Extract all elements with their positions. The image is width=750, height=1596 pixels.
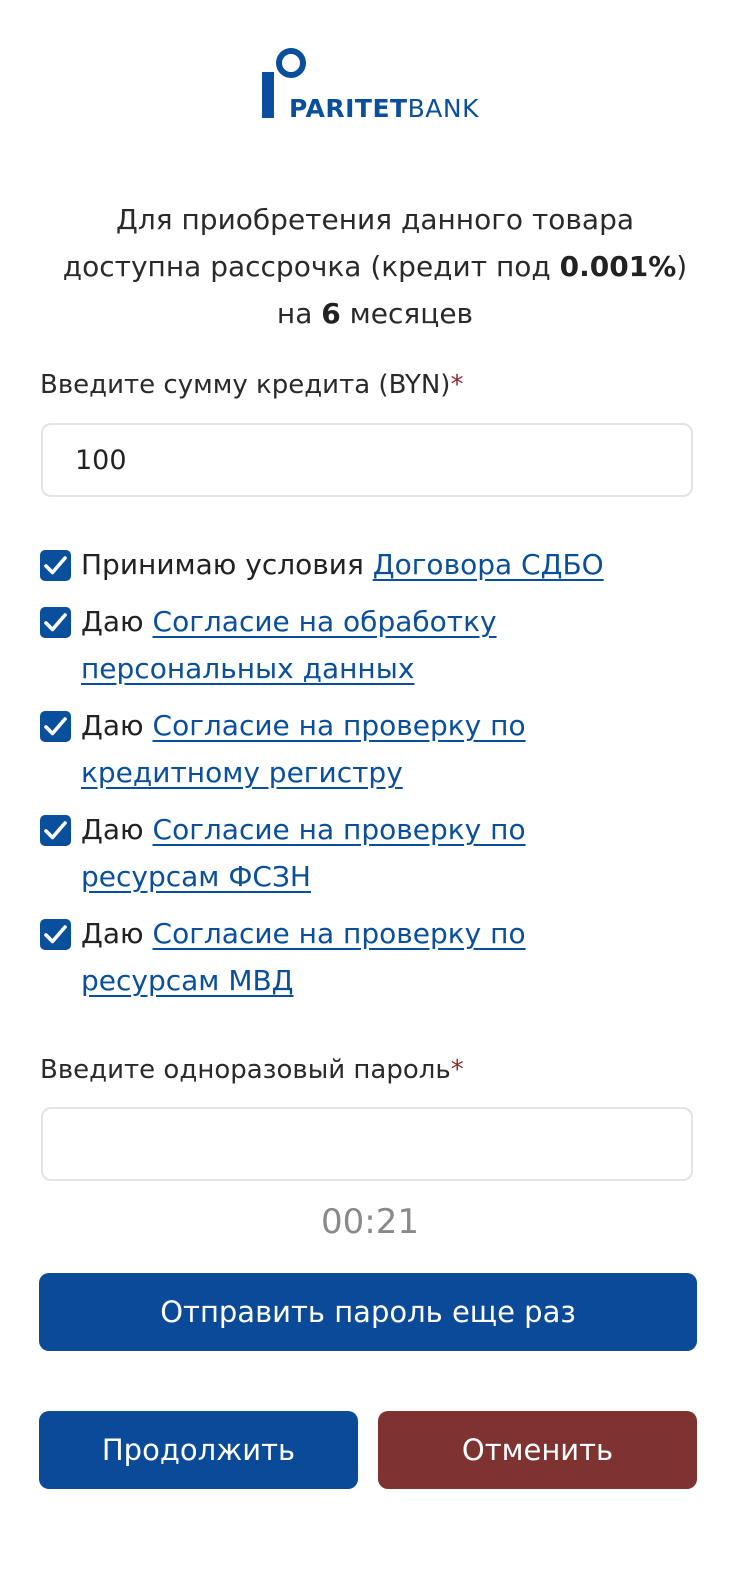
- interest-rate: 0.001%: [559, 250, 677, 283]
- amount-input[interactable]: 100: [41, 423, 693, 497]
- months-count: 6: [321, 297, 341, 330]
- checkmark-icon: [44, 717, 67, 736]
- consent-sdbo-checkbox[interactable]: [40, 550, 71, 581]
- consent-personal-data-checkbox[interactable]: [40, 607, 71, 638]
- paritetbank-logo: PARITETBANK: [260, 48, 490, 124]
- logo-mark-ring: [276, 48, 306, 78]
- checkmark-icon: [44, 613, 67, 632]
- checkmark-icon: [44, 556, 67, 575]
- continue-button[interactable]: Продолжить: [39, 1411, 358, 1489]
- logo-wordmark: PARITETBANK: [289, 94, 479, 123]
- intro-line-3: на 6 месяцев: [276, 297, 474, 330]
- required-mark: *: [450, 370, 464, 400]
- otp-timer: 00:21: [321, 1202, 419, 1242]
- otp-input[interactable]: [41, 1107, 693, 1181]
- consent-credit-register-checkbox[interactable]: [40, 711, 71, 742]
- required-mark: *: [450, 1055, 464, 1085]
- consent-mvd-checkbox[interactable]: [40, 919, 71, 950]
- checkmark-icon: [44, 925, 67, 944]
- resend-password-button[interactable]: Отправить пароль еще раз: [39, 1273, 697, 1351]
- consent-fszn-checkbox[interactable]: [40, 815, 71, 846]
- otp-label: Введите одноразовый пароль*: [40, 1055, 464, 1085]
- logo-mark-bar: [262, 72, 274, 118]
- sdbo-agreement-link[interactable]: Договора СДБО: [373, 548, 604, 581]
- intro-line-2: доступна рассрочка (кредит под 0.001%): [62, 250, 688, 283]
- amount-label: Введите сумму кредита (BYN)*: [40, 370, 464, 400]
- installment-info: Для приобретения данного товара доступна…: [30, 196, 720, 337]
- cancel-button[interactable]: Отменить: [378, 1411, 697, 1489]
- intro-line-1: Для приобретения данного товара: [115, 203, 634, 236]
- checkmark-icon: [44, 821, 67, 840]
